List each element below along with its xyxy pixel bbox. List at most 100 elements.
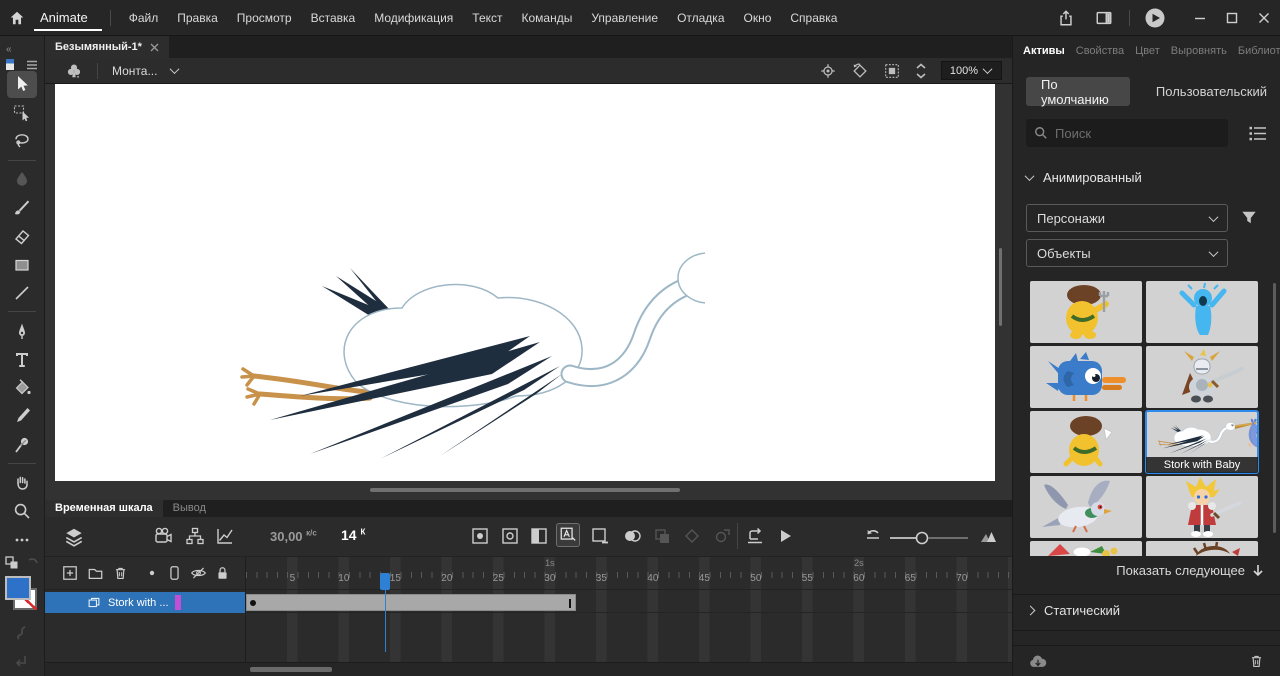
- scene-name[interactable]: Монта...: [112, 64, 157, 78]
- share-icon[interactable]: [1051, 5, 1081, 31]
- tab-output[interactable]: Вывод: [163, 500, 216, 517]
- default-presets-button[interactable]: По умолчанию: [1026, 77, 1130, 106]
- fluid-brush-tool[interactable]: [7, 166, 37, 193]
- insert-frame-icon[interactable]: [529, 526, 549, 546]
- loop-playback-icon[interactable]: [745, 526, 765, 546]
- zoom-level-select[interactable]: 100%: [941, 61, 1002, 80]
- menu-file[interactable]: Файл: [129, 11, 159, 25]
- camera-icon[interactable]: [153, 526, 173, 546]
- timeline-zoom-slider[interactable]: [890, 531, 970, 545]
- objects-dropdown[interactable]: Объекты: [1026, 239, 1228, 267]
- new-layer-icon[interactable]: [62, 565, 78, 581]
- eyedropper-tool[interactable]: [7, 403, 37, 430]
- menu-text[interactable]: Текст: [472, 11, 502, 25]
- asset-thumb-blonde-sword-hero[interactable]: [1146, 476, 1258, 538]
- layer-color-swatch[interactable]: [175, 595, 181, 610]
- show-hide-all-icon[interactable]: [190, 565, 207, 581]
- assets-scrollbar[interactable]: [1273, 283, 1276, 533]
- frame-span[interactable]: [246, 594, 576, 611]
- outline-view-icon[interactable]: [145, 566, 159, 580]
- auto-keyframe-toggle[interactable]: [556, 523, 580, 547]
- rectangle-tool[interactable]: [7, 251, 37, 278]
- menu-commands[interactable]: Команды: [522, 11, 573, 25]
- lasso-tool[interactable]: [7, 128, 37, 155]
- lock-all-icon[interactable]: [216, 565, 229, 581]
- minimize-button[interactable]: [1184, 3, 1216, 33]
- scene-chevron-down-icon[interactable]: [170, 64, 180, 74]
- rotate-stage-icon[interactable]: [851, 62, 869, 80]
- workspace-icon[interactable]: [1089, 5, 1119, 31]
- keyframe-dot[interactable]: [250, 600, 256, 606]
- asset-thumb-flying-pigeon[interactable]: [1030, 476, 1142, 538]
- selection-tool[interactable]: [7, 71, 37, 98]
- zoom-tool[interactable]: [7, 498, 37, 525]
- stage-vertical-scrollbar[interactable]: [999, 248, 1002, 326]
- filter-icon[interactable]: [1241, 210, 1257, 225]
- stage-canvas[interactable]: [55, 84, 995, 481]
- asset-thumb-knight-with-sword[interactable]: [1146, 346, 1258, 408]
- menu-insert[interactable]: Вставка: [311, 11, 356, 25]
- timeline-horizontal-scrollbar[interactable]: [250, 667, 332, 672]
- asset-thumb-partial-1[interactable]: [1030, 541, 1142, 556]
- menu-help[interactable]: Справка: [790, 11, 837, 25]
- stork-with-baby-artwork[interactable]: [240, 224, 705, 459]
- line-tool[interactable]: [7, 280, 37, 307]
- timeline-ruler[interactable]: 1s2s 510152025303540455055606570: [246, 557, 1012, 590]
- close-tab-icon[interactable]: [150, 43, 159, 52]
- more-tools-button[interactable]: [7, 526, 37, 553]
- frame-rate[interactable]: 30,00 к/с: [270, 528, 317, 546]
- text-tool[interactable]: [7, 346, 37, 373]
- show-next-button[interactable]: Показать следующее: [1116, 563, 1264, 578]
- tab-properties[interactable]: Свойства: [1076, 45, 1124, 57]
- subselection-tool[interactable]: [7, 100, 37, 127]
- layer-frames-track[interactable]: [246, 592, 1012, 613]
- layers-view-icon[interactable]: [63, 526, 85, 548]
- swap-colors-icon[interactable]: [5, 556, 19, 570]
- asset-thumb-farmer-with-pitchfork[interactable]: [1030, 281, 1142, 343]
- brush-tool[interactable]: [7, 194, 37, 221]
- maximize-button[interactable]: [1216, 3, 1248, 33]
- clip-content-icon[interactable]: [883, 62, 901, 80]
- menu-debug[interactable]: Отладка: [677, 11, 724, 25]
- document-tab[interactable]: Безымянный-1*: [45, 36, 169, 58]
- custom-presets-button[interactable]: Пользовательский: [1156, 84, 1267, 99]
- fill-color-swatch[interactable]: [5, 576, 31, 600]
- delete-asset-icon[interactable]: [1249, 653, 1264, 669]
- asset-thumb-partial-2[interactable]: [1146, 541, 1258, 556]
- asset-thumb-crying-blue-character[interactable]: [1146, 281, 1258, 343]
- asset-thumb-farmer-bent-over[interactable]: [1030, 411, 1142, 473]
- play-button[interactable]: [775, 526, 795, 546]
- frame-view-icon[interactable]: [978, 526, 998, 546]
- layer-height-icon[interactable]: [168, 565, 181, 581]
- tab-library[interactable]: Библиотека: [1238, 45, 1280, 57]
- eraser-tool[interactable]: [7, 223, 37, 250]
- layer-parenting-icon[interactable]: [185, 526, 205, 546]
- center-stage-icon[interactable]: [819, 62, 837, 80]
- delete-layer-icon[interactable]: [113, 565, 128, 581]
- pen-tool[interactable]: [7, 317, 37, 344]
- menu-control[interactable]: Управление: [591, 11, 658, 25]
- menu-window[interactable]: Окно: [744, 11, 772, 25]
- stage-horizontal-scrollbar[interactable]: [370, 488, 680, 492]
- layer-row[interactable]: Stork with ...: [45, 592, 245, 613]
- new-folder-icon[interactable]: [87, 565, 104, 581]
- search-box[interactable]: [1026, 119, 1228, 147]
- tools-menu-icon[interactable]: [26, 60, 38, 70]
- menu-modify[interactable]: Модификация: [374, 11, 453, 25]
- characters-dropdown[interactable]: Персонажи: [1026, 204, 1228, 232]
- hand-tool[interactable]: [7, 469, 37, 496]
- tab-align[interactable]: Выровнять: [1171, 45, 1227, 57]
- frame-graph-icon[interactable]: [215, 526, 235, 546]
- asset-thumb-blue-square-bird[interactable]: [1030, 346, 1142, 408]
- close-button[interactable]: [1248, 3, 1280, 33]
- list-view-icon[interactable]: [1249, 126, 1267, 141]
- animated-section-header[interactable]: Анимированный: [1026, 170, 1142, 185]
- insert-blank-keyframe-icon[interactable]: [500, 526, 520, 546]
- playhead[interactable]: [380, 573, 390, 590]
- layer-name[interactable]: Stork with ...: [108, 597, 169, 609]
- cloud-download-icon[interactable]: [1029, 654, 1047, 669]
- search-input[interactable]: [1055, 126, 1205, 141]
- reset-colors-icon[interactable]: [27, 557, 39, 569]
- reset-timeline-zoom-icon[interactable]: [863, 526, 883, 546]
- insert-keyframe-icon[interactable]: [470, 526, 490, 546]
